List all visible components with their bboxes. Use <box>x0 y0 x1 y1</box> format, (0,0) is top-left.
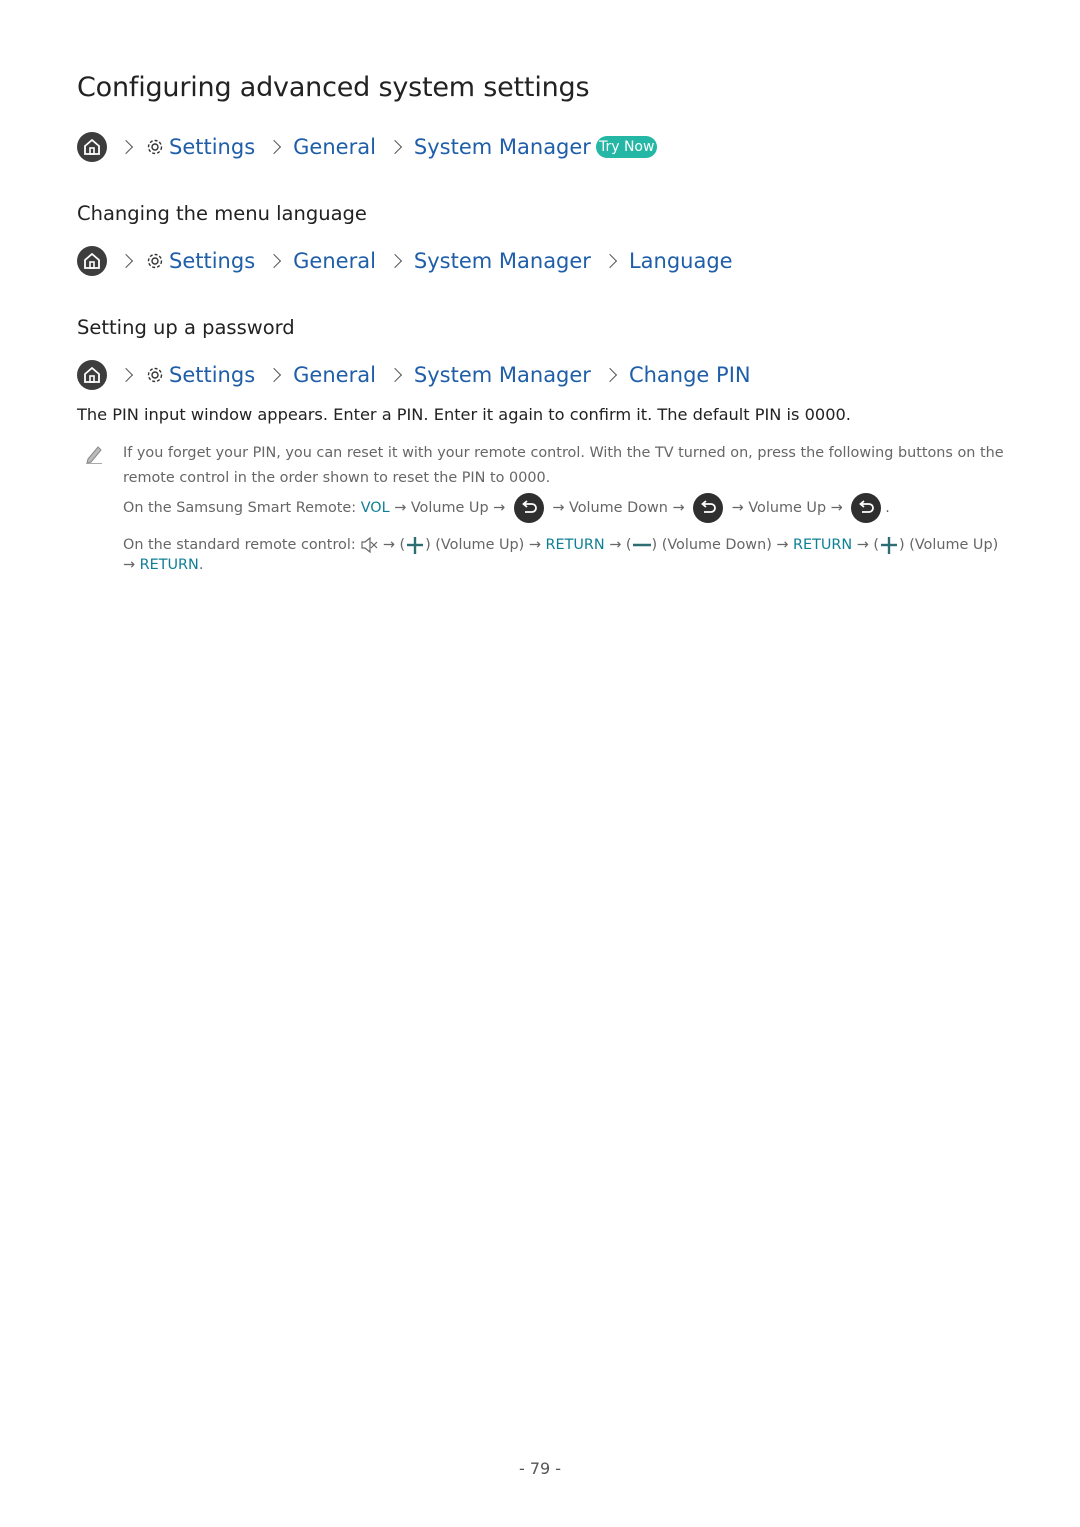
gear-icon <box>145 251 165 271</box>
chevron-right-icon <box>387 367 402 383</box>
chevron-right-icon <box>118 367 134 383</box>
minus-icon <box>632 535 652 555</box>
plus-icon <box>879 535 899 555</box>
chevron-right-icon <box>267 253 282 269</box>
note-line-2: remote control in the order shown to res… <box>123 470 551 486</box>
pencil-note-icon <box>85 444 103 468</box>
breadcrumb-settings[interactable]: Settings <box>169 363 255 387</box>
mute-icon <box>360 536 378 554</box>
section-heading-language: Changing the menu language <box>77 202 367 225</box>
chevron-right-icon <box>267 139 282 155</box>
pin-description: The PIN input window appears. Enter a PI… <box>77 405 851 424</box>
page-title: Configuring advanced system settings <box>77 72 590 103</box>
vol-key: VOL <box>360 500 390 516</box>
chevron-right-icon <box>387 139 402 155</box>
breadcrumb-language: Settings General System Manager Language <box>77 245 733 277</box>
chevron-right-icon <box>602 253 618 269</box>
note-line-1: If you forget your PIN, you can reset it… <box>123 445 1004 461</box>
chevron-right-icon <box>602 367 618 383</box>
breadcrumb-general[interactable]: General <box>293 249 376 273</box>
try-now-button[interactable]: Try Now <box>595 136 658 158</box>
chevron-right-icon <box>118 253 134 269</box>
return-button-icon <box>513 493 544 523</box>
page-number: - 79 - <box>518 1459 562 1478</box>
return-button-icon <box>851 493 882 523</box>
return-button-icon <box>693 493 724 523</box>
breadcrumb-general[interactable]: General <box>293 135 376 159</box>
plus-icon <box>405 535 425 555</box>
breadcrumb-system-manager[interactable]: System Manager <box>414 135 591 159</box>
smart-remote-instructions: On the Samsung Smart Remote: VOL → Volum… <box>123 492 890 524</box>
breadcrumb-system-manager[interactable]: System Manager <box>414 363 591 387</box>
section-heading-password: Setting up a password <box>77 316 295 339</box>
breadcrumb-system-manager[interactable]: System Manager <box>414 249 591 273</box>
home-icon[interactable] <box>77 132 107 162</box>
gear-icon <box>145 365 165 385</box>
chevron-right-icon <box>267 367 282 383</box>
chevron-right-icon <box>387 253 402 269</box>
gear-icon <box>145 137 165 157</box>
home-icon[interactable] <box>77 246 107 276</box>
return-key: RETURN <box>793 537 853 553</box>
return-key: RETURN <box>139 557 199 573</box>
breadcrumb-change-pin[interactable]: Change PIN <box>629 363 751 387</box>
chevron-right-icon <box>118 139 134 155</box>
breadcrumb-general[interactable]: General <box>293 363 376 387</box>
breadcrumb-change-pin: Settings General System Manager Change P… <box>77 359 751 391</box>
breadcrumb-system-manager: Settings General System Manager Try Now <box>77 131 658 163</box>
standard-remote-instructions: On the standard remote control: → ( ) (V… <box>123 535 999 555</box>
return-key: RETURN <box>545 537 605 553</box>
standard-remote-line-2: → RETURN . <box>123 557 204 573</box>
breadcrumb-settings[interactable]: Settings <box>169 135 255 159</box>
breadcrumb-settings[interactable]: Settings <box>169 249 255 273</box>
home-icon[interactable] <box>77 360 107 390</box>
breadcrumb-language[interactable]: Language <box>629 249 733 273</box>
